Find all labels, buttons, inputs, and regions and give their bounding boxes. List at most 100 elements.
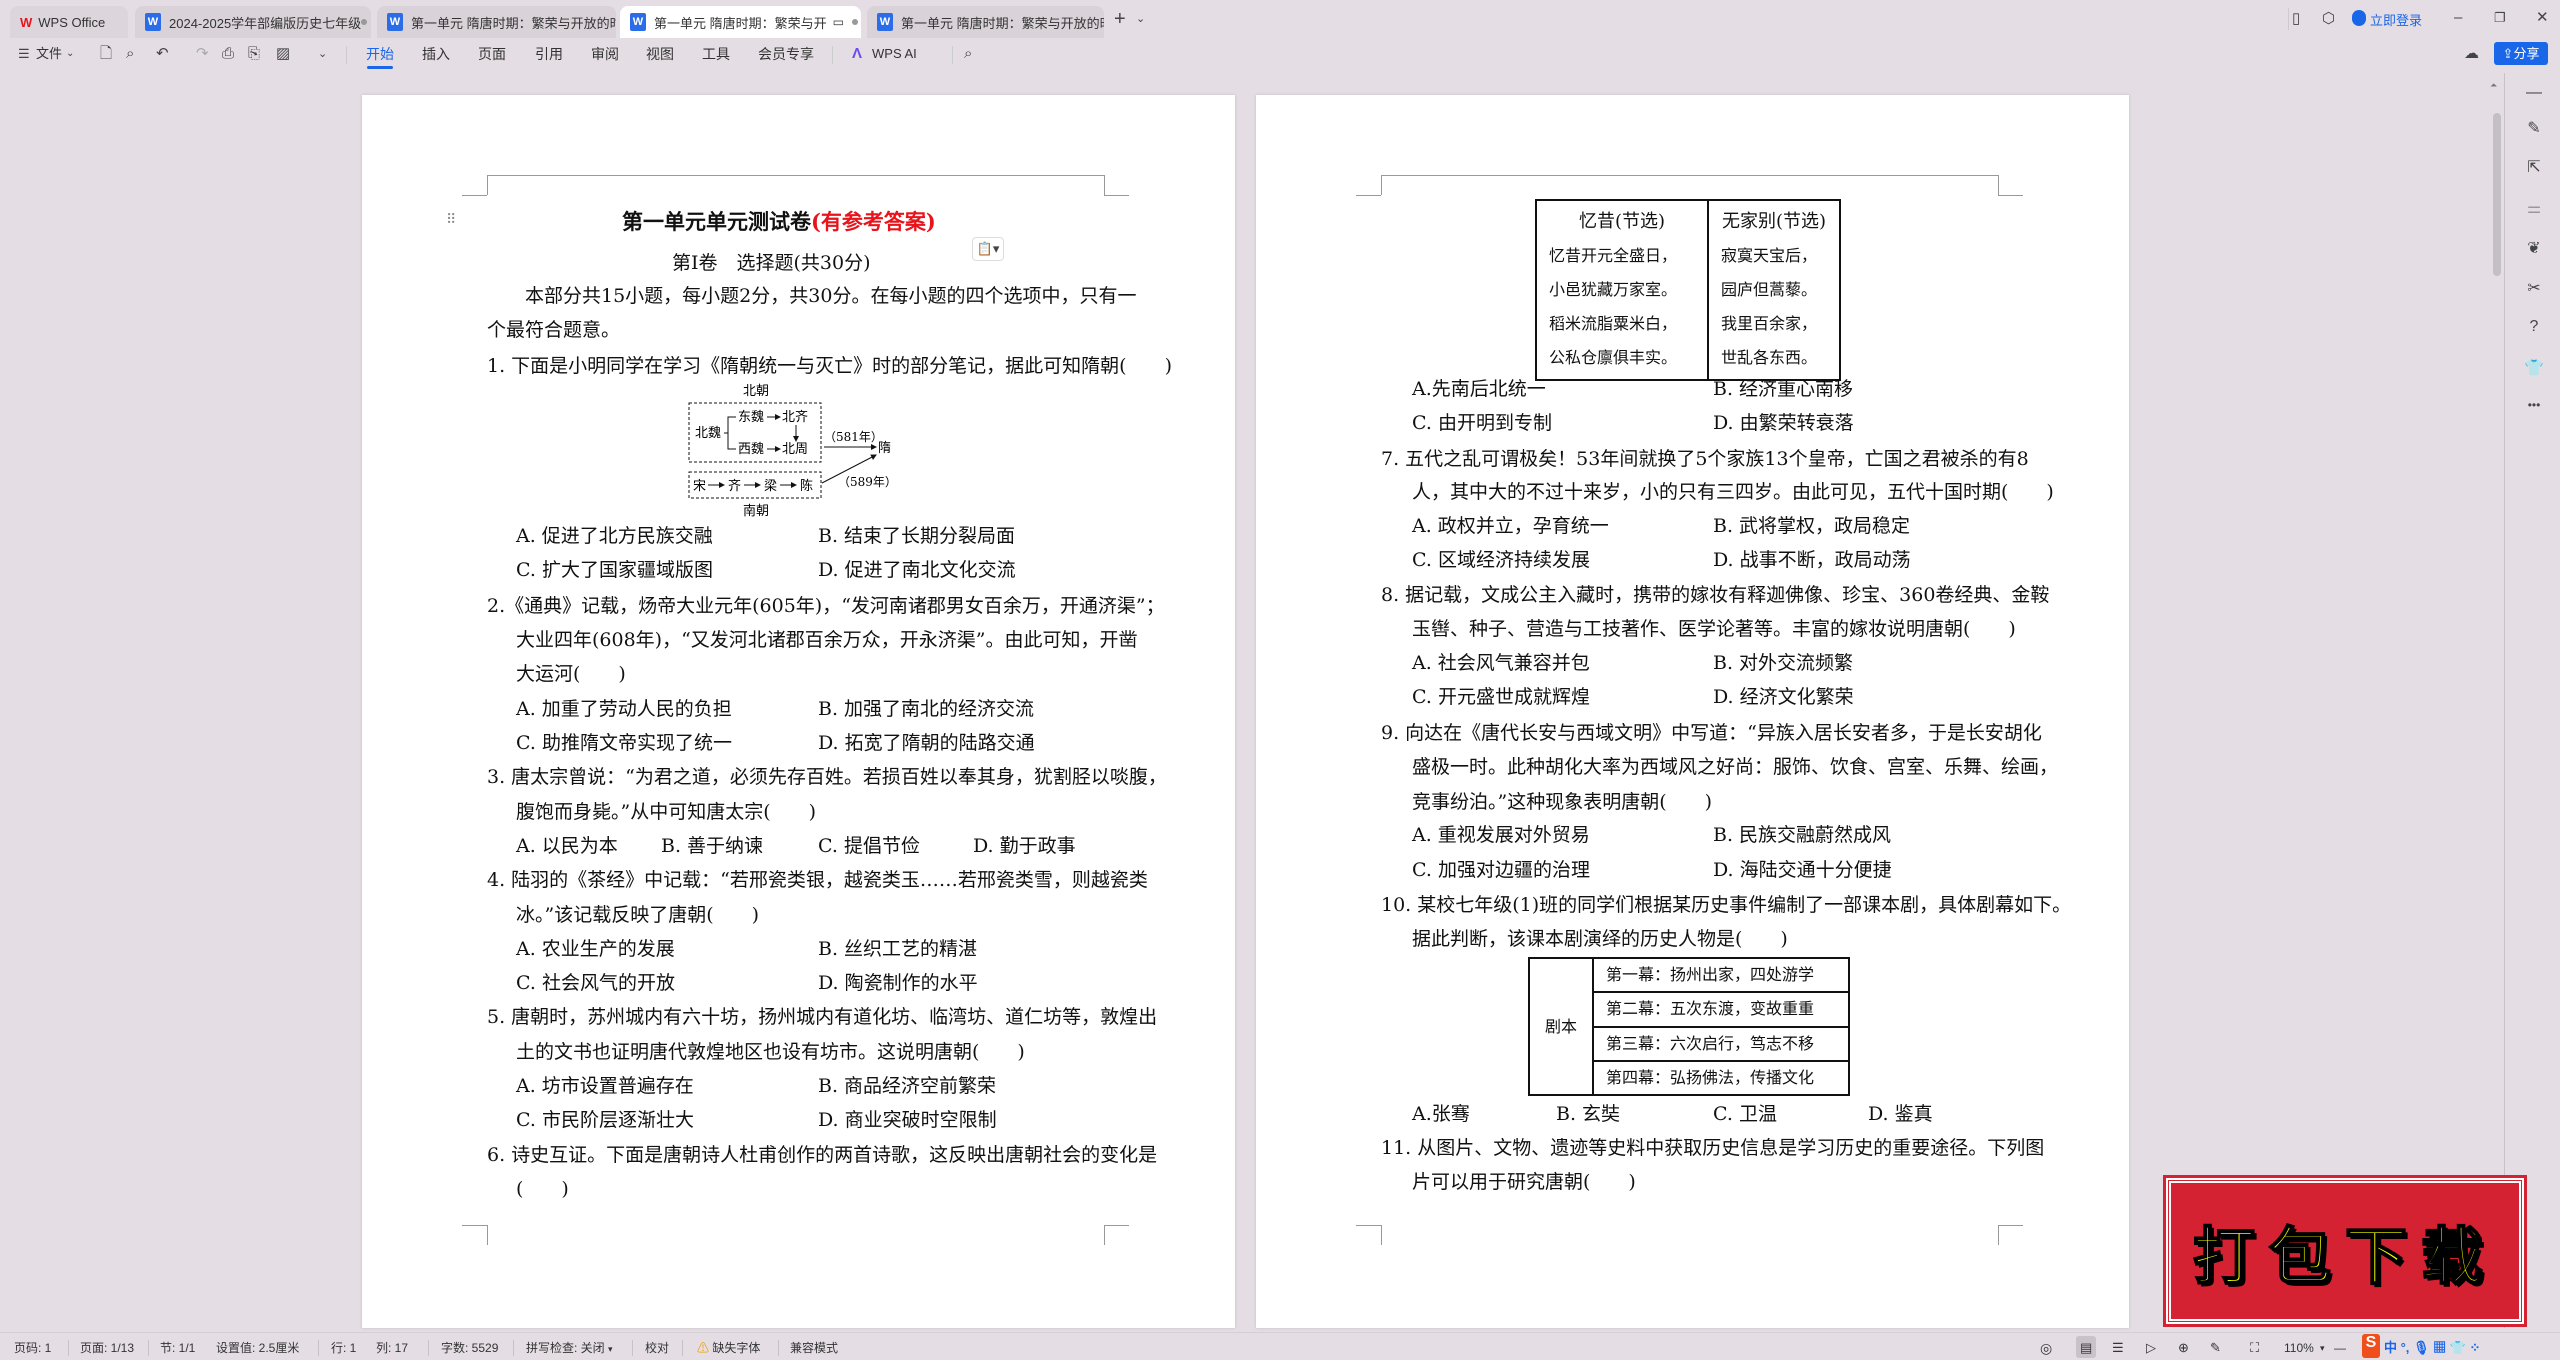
word-doc-icon: W xyxy=(387,13,403,31)
option-d: D. 陶瓷制作的水平 xyxy=(818,972,978,994)
option-d: D. 促进了南北文化交流 xyxy=(818,559,1016,581)
option-a: A.先南后北统一 xyxy=(1412,378,1546,400)
word-count[interactable]: 字数: 5529 xyxy=(441,1340,498,1356)
vertical-scrollbar[interactable] xyxy=(2493,113,2501,276)
tab-view[interactable]: 视图 xyxy=(646,44,674,64)
zoom-chevron-icon[interactable]: ▾ xyxy=(2320,1340,2325,1356)
document-page-2[interactable]: 忆昔(节选) 忆昔开元全盛日， 小邑犹藏万家室。 稻米流脂粟米白， 公私仓廪俱丰… xyxy=(1256,95,2129,1328)
cloud-upload-icon[interactable]: ☁ xyxy=(2464,44,2479,64)
minimize-button[interactable]: – xyxy=(2454,8,2462,28)
collapse-icon[interactable]: — xyxy=(2522,84,2546,102)
theme-icon[interactable]: ❦ xyxy=(2522,238,2546,258)
restore-button[interactable]: ❐ xyxy=(2494,8,2506,28)
pen-mode-icon[interactable]: ✎ xyxy=(2210,1340,2221,1356)
spell-check-toggle[interactable]: 拼写检查: 关闭 ▾ xyxy=(526,1340,613,1357)
tab-doc-3-active[interactable]: W 第一单元 隋唐时期：繁荣与开 ▭ xyxy=(620,6,861,38)
option-a: A. 坊市设置普遍存在 xyxy=(516,1075,694,1097)
question-8-cont: 玉辔、种子、营造与工技著作、医学论著等。丰富的嫁妆说明唐朝( ) xyxy=(1412,618,2016,640)
format-painter-icon[interactable]: ⌕ xyxy=(126,44,134,64)
question-10: 10. 某校七年级(1)班的同学们根据某历史事件编制了一部课本剧，具体剧幕如下。 xyxy=(1381,894,2072,916)
zoom-out-button[interactable]: — xyxy=(2334,1340,2346,1356)
page-count[interactable]: 页面: 1/13 xyxy=(80,1340,134,1356)
search-icon[interactable]: ⌕ xyxy=(964,44,972,64)
web-view-icon[interactable]: ⊕ xyxy=(2178,1340,2189,1356)
wps-logo-icon: W xyxy=(20,14,33,30)
skin-icon[interactable]: 👕 xyxy=(2522,358,2546,378)
more-icon[interactable]: ••• xyxy=(2522,398,2546,412)
document-page-1[interactable]: ⠿ 第一单元单元测试卷(有参考答案) 📋▾ 第Ⅰ卷 选择题(共30分) 本部分共… xyxy=(362,95,1235,1328)
play-label: 剧本 xyxy=(1528,957,1594,1096)
zoom-level[interactable]: 110% xyxy=(2284,1340,2314,1356)
option-a: A. 社会风气兼容并包 xyxy=(1412,652,1590,674)
wps-ai-button[interactable]: WPS AI xyxy=(872,44,917,64)
redo-icon[interactable]: ↷ xyxy=(196,44,209,64)
download-package-stamp[interactable]: 打包下载 xyxy=(2163,1175,2527,1327)
option-c: C. 提倡节俭 xyxy=(818,835,920,857)
wps-ai-icon: Ʌ xyxy=(852,45,863,62)
row-indicator[interactable]: 行: 1 xyxy=(331,1340,356,1356)
setting-value[interactable]: 设置值: 2.5厘米 xyxy=(216,1340,299,1356)
chevron-down-icon[interactable]: ⌄ xyxy=(66,44,74,64)
eye-protect-icon[interactable]: ◎ xyxy=(2040,1340,2052,1356)
question-4: 4. 陆羽的《茶经》中记载：“若邢瓷类银，越瓷类玉……若邢瓷类雪，则越瓷类 xyxy=(487,869,1148,891)
section-indicator[interactable]: 节: 1/1 xyxy=(160,1340,195,1356)
proofread-button[interactable]: 校对 xyxy=(645,1340,669,1356)
tab-list-chevron-icon[interactable]: ⌄ xyxy=(1136,12,1145,25)
column-indicator[interactable]: 列: 17 xyxy=(376,1340,408,1356)
save-icon[interactable]: 🗋 xyxy=(100,44,112,64)
question-5-cont: 土的文书也证明唐代敦煌地区也设有坊市。这说明唐朝( ) xyxy=(516,1041,1025,1063)
share-button[interactable]: ⇪分享 xyxy=(2494,42,2548,65)
poem-line: 我里百余家， xyxy=(1721,314,1818,333)
compat-mode: 兼容模式 xyxy=(790,1341,839,1355)
menu-icon[interactable]: ☰ xyxy=(18,44,30,64)
unsaved-dot-icon xyxy=(851,19,858,25)
ime-toolbar-icons[interactable]: 中 °, 🎙 ▦ 👕 ⁘ xyxy=(2384,1340,2480,1356)
user-avatar-icon[interactable] xyxy=(2352,10,2366,26)
tab-review[interactable]: 审阅 xyxy=(591,44,619,64)
shape-icon[interactable]: ▨ xyxy=(276,44,290,64)
option-b: B. 玄奘 xyxy=(1556,1103,1621,1125)
select-cursor-icon[interactable]: ⇱ xyxy=(2522,157,2546,177)
option-c: C. 开元盛世成就辉煌 xyxy=(1412,686,1590,708)
tab-insert[interactable]: 插入 xyxy=(422,44,450,64)
adjust-icon[interactable]: ⚌ xyxy=(2522,198,2546,218)
title-note: (有参考答案) xyxy=(811,209,936,234)
page-number[interactable]: 页码: 1 xyxy=(14,1340,51,1356)
drag-handle-icon[interactable]: ⠿ xyxy=(446,212,456,228)
tab-references[interactable]: 引用 xyxy=(535,44,563,64)
dynasty-diagram: 北朝 北魏 东魏 北齐 西魏 北周 （581年） 隋 宋 齐 梁 陈 （589年… xyxy=(688,384,897,519)
divider xyxy=(832,46,833,64)
missing-font-button[interactable]: ⚠ 缺失字体 xyxy=(697,1340,760,1356)
paste-options-icon[interactable]: 📋▾ xyxy=(972,237,1004,261)
tab-home[interactable]: 开始 xyxy=(366,44,394,64)
export-excel-icon[interactable]: ⎘ xyxy=(248,44,260,64)
tab-tools[interactable]: 工具 xyxy=(702,44,730,64)
sogou-ime-icon[interactable]: S xyxy=(2362,1334,2380,1358)
close-button[interactable]: ✕ xyxy=(2536,8,2549,28)
export-pdf-icon[interactable]: ⎙ xyxy=(222,44,234,64)
help-icon[interactable]: ? xyxy=(2522,318,2546,336)
tab-doc-1[interactable]: W 2024-2025学年部编版历史七年级 xyxy=(135,6,371,38)
fit-window-icon[interactable]: ⛶ xyxy=(2250,1340,2259,1356)
more-chevron-icon[interactable]: ⌄ xyxy=(318,44,327,64)
play-icon[interactable]: ▷ xyxy=(2146,1340,2156,1356)
tab-member[interactable]: 会员专享 xyxy=(758,44,814,64)
tools-icon[interactable]: ✂ xyxy=(2522,278,2546,298)
page-view-icon[interactable]: ▤ xyxy=(2080,1340,2092,1356)
cube-icon[interactable]: ⬡ xyxy=(2322,9,2335,29)
tab-page[interactable]: 页面 xyxy=(478,44,506,64)
device-icon[interactable]: ▯ xyxy=(2292,9,2300,29)
question-7-cont: 人，其中大的不过十来岁，小的只有三四岁。由此可见，五代十国时期( ) xyxy=(1412,481,2054,503)
login-link[interactable]: 立即登录 xyxy=(2370,10,2422,29)
undo-icon[interactable]: ↶ xyxy=(156,44,169,64)
new-tab-button[interactable]: + xyxy=(1114,8,1126,31)
pen-icon[interactable]: ✎ xyxy=(2522,118,2546,138)
wps-home-tab[interactable]: W WPS Office xyxy=(10,6,128,38)
scroll-top-icon[interactable]: ⏶ xyxy=(2490,80,2497,91)
option-b: B. 武将掌权，政局稳定 xyxy=(1713,515,1911,537)
tab-doc-4[interactable]: W 第一单元 隋唐时期：繁荣与开放的时代 xyxy=(867,6,1104,38)
file-menu[interactable]: 文件 xyxy=(36,44,62,64)
option-a: A. 以民为本 xyxy=(516,835,618,857)
tab-doc-2[interactable]: W 第一单元 隋唐时期：繁荣与开放的时代 xyxy=(377,6,616,38)
outline-view-icon[interactable]: ☰ xyxy=(2112,1340,2124,1356)
